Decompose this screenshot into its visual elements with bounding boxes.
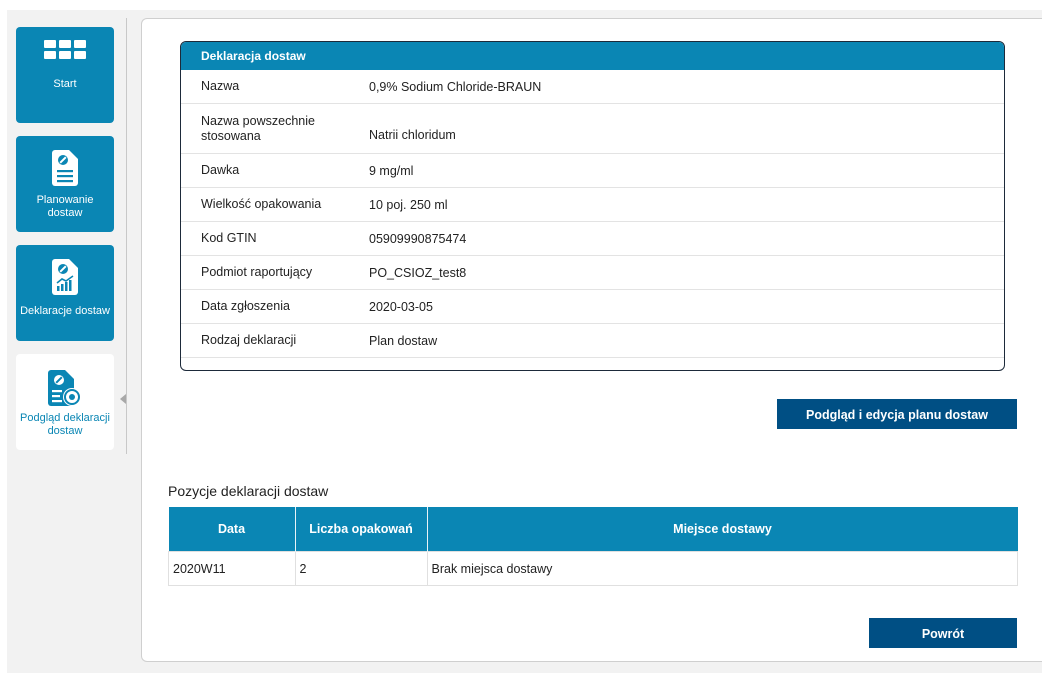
positions-title: Pozycje deklaracji dostaw <box>168 483 329 499</box>
sidebar-item-label: Planowanie dostaw <box>36 194 94 219</box>
row-value: PO_CSIOZ_test8 <box>369 265 467 280</box>
column-header-miejsce-dostawy[interactable]: Miejsce dostawy <box>427 507 1018 552</box>
row-value: Natrii chloridum <box>369 127 456 142</box>
positions-table: Data Liczba opakowań Miejsce dostawy 202… <box>168 507 1018 586</box>
document-chart-icon <box>52 259 78 295</box>
declaration-row: Podmiot raportujący PO_CSIOZ_test8 <box>181 256 1004 290</box>
row-value: 05909990875474 <box>369 231 467 246</box>
declaration-title: Deklaracja dostaw <box>181 42 1004 70</box>
sidebar-item-deklaracje[interactable]: Deklaracje dostaw <box>16 245 114 341</box>
row-label: Data zgłoszenia <box>201 299 290 313</box>
declaration-card: Deklaracja dostaw Nazwa 0,9% Sodium Chlo… <box>180 41 1005 371</box>
document-view-icon <box>48 370 81 406</box>
declaration-row: Kod GTIN 05909990875474 <box>181 222 1004 256</box>
active-indicator-arrow <box>120 394 126 404</box>
sidebar-item-label: Podgląd deklaracji dostaw <box>20 412 110 437</box>
document-pill-icon <box>52 150 78 186</box>
cell-liczba-opakowan: 2 <box>294 551 428 586</box>
declaration-row: Nazwa powszechnie stosowana Natrii chlor… <box>181 104 1004 154</box>
row-label: Kod GTIN <box>201 231 257 245</box>
declaration-row: Dawka 9 mg/ml <box>181 154 1004 188</box>
row-value: 2020-03-05 <box>369 299 433 314</box>
declaration-row: Nazwa 0,9% Sodium Chloride-BRAUN <box>181 70 1004 104</box>
row-value: 0,9% Sodium Chloride-BRAUN <box>369 79 542 94</box>
row-label: Nazwa <box>201 79 240 93</box>
sidebar-item-label: Start <box>53 78 77 90</box>
declaration-row: Wielkość opakowania 10 poj. 250 ml <box>181 188 1004 222</box>
grid-icon <box>44 40 86 59</box>
declaration-row: Data zgłoszenia 2020-03-05 <box>181 290 1004 324</box>
row-label: Nazwa powszechnie stosowana <box>201 113 315 143</box>
sidebar-divider <box>126 18 127 454</box>
row-label: Podmiot raportujący <box>201 265 313 279</box>
column-header-liczba-opakowan[interactable]: Liczba opakowań <box>295 507 428 552</box>
sidebar-item-start[interactable]: Start <box>16 27 114 123</box>
row-label: Wielkość opakowania <box>201 197 322 211</box>
sidebar-item-podglad[interactable]: Podgląd deklaracji dostaw <box>16 354 114 450</box>
table-row[interactable]: 2020W11 2 Brak miejsca dostawy <box>168 551 1018 586</box>
back-button[interactable]: Powrót <box>869 618 1017 648</box>
sidebar-item-label: Deklaracje dostaw <box>20 305 110 317</box>
row-value: 9 mg/ml <box>369 163 414 178</box>
column-header-data[interactable]: Data <box>168 507 296 552</box>
row-label: Rodzaj deklaracji <box>201 333 297 347</box>
sidebar-item-planowanie[interactable]: Planowanie dostaw <box>16 136 114 232</box>
cell-miejsce-dostawy: Brak miejsca dostawy <box>426 551 1018 586</box>
row-value: 10 poj. 250 ml <box>369 197 448 212</box>
edit-delivery-plan-button[interactable]: Podgląd i edycja planu dostaw <box>777 399 1017 429</box>
row-label: Dawka <box>201 163 240 177</box>
row-value: Plan dostaw <box>369 333 438 348</box>
declaration-row: Rodzaj deklaracji Plan dostaw <box>181 324 1004 358</box>
cell-data: 2020W11 <box>168 551 296 586</box>
